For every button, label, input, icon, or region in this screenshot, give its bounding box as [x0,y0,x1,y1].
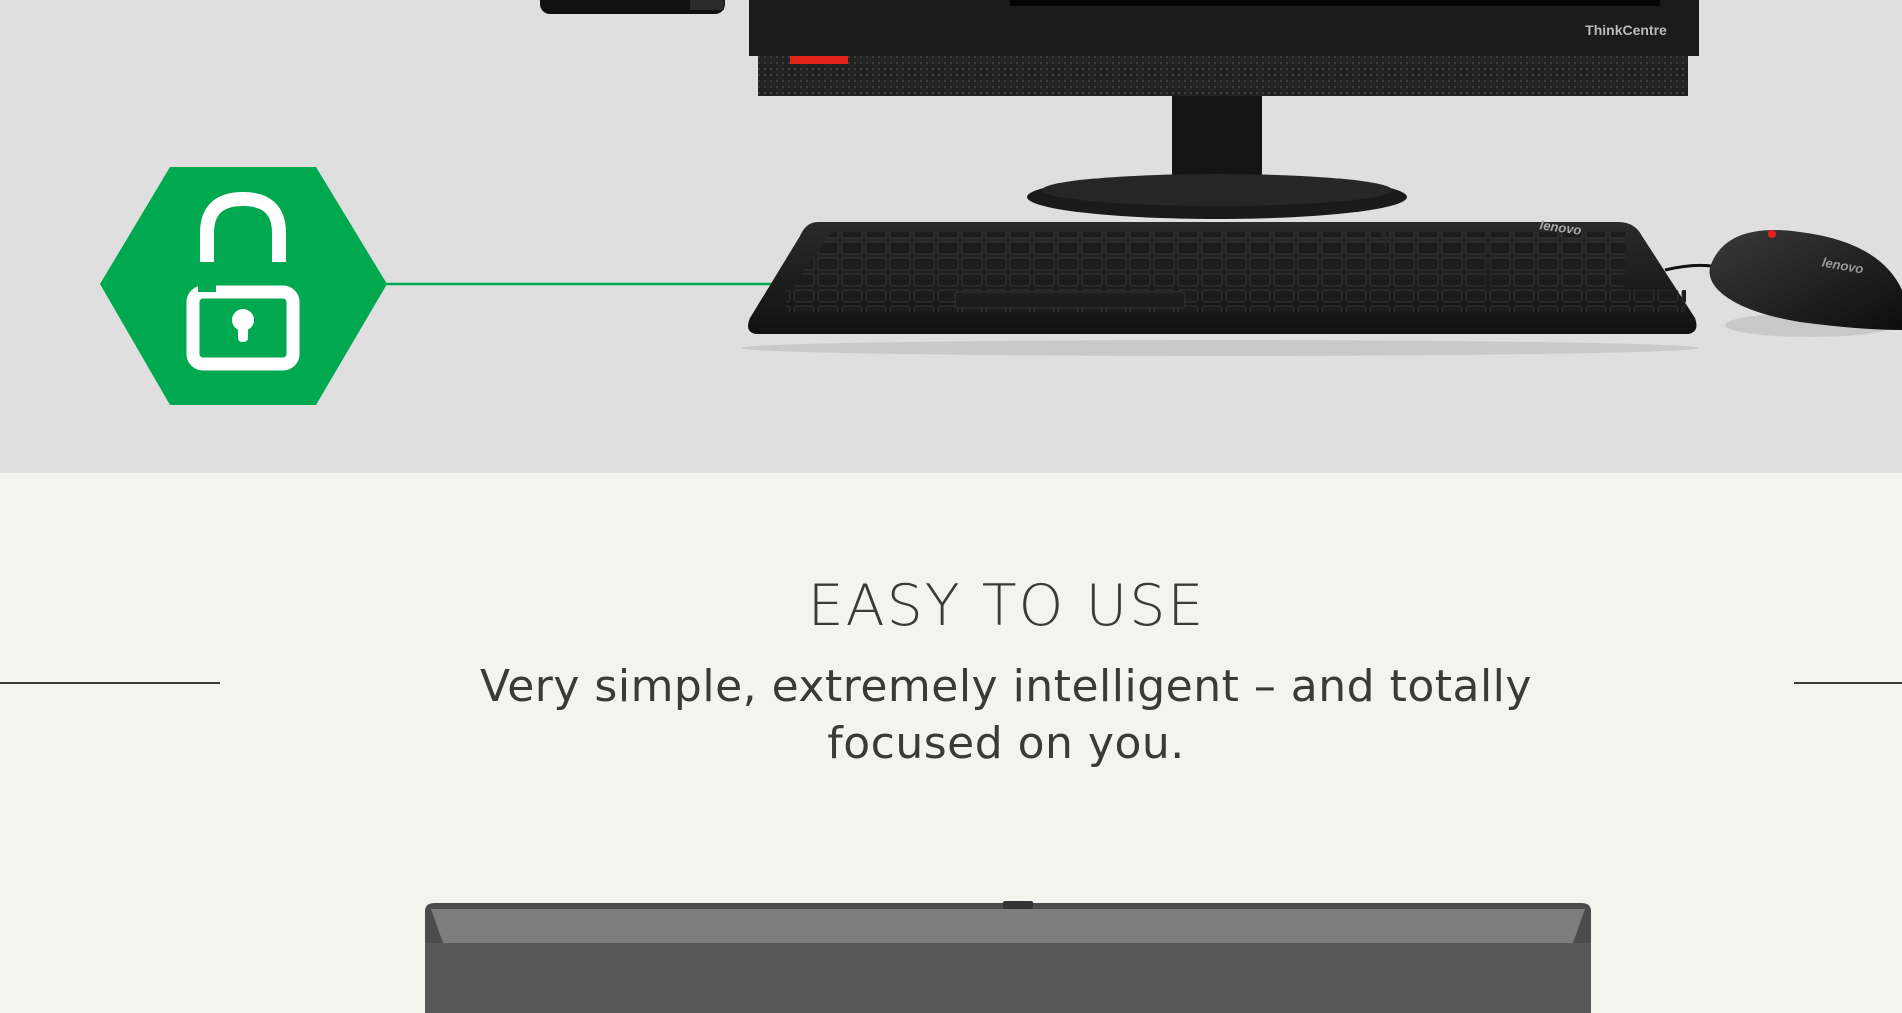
mouse-image [1709,230,1902,337]
device-top-image [425,901,1591,1013]
feature-section: EASY TO USE Very simple, extremely intel… [0,473,1902,1013]
keyboard-image [740,222,1700,356]
feature-subtitle: Very simple, extremely intelligent – and… [480,661,1532,769]
monitor-image [749,0,1699,219]
security-badge [100,167,387,405]
divider-right [1794,682,1902,684]
monitor-brand: ThinkCentre [1585,22,1667,38]
product-illustration: ThinkCentre lenovo lenovo [100,0,1902,405]
divider-left [0,682,220,684]
usb-dongle-image [540,0,725,14]
hero-section: ThinkCentre lenovo lenovo [0,0,1902,473]
feature-title: EASY TO USE [807,573,1206,639]
